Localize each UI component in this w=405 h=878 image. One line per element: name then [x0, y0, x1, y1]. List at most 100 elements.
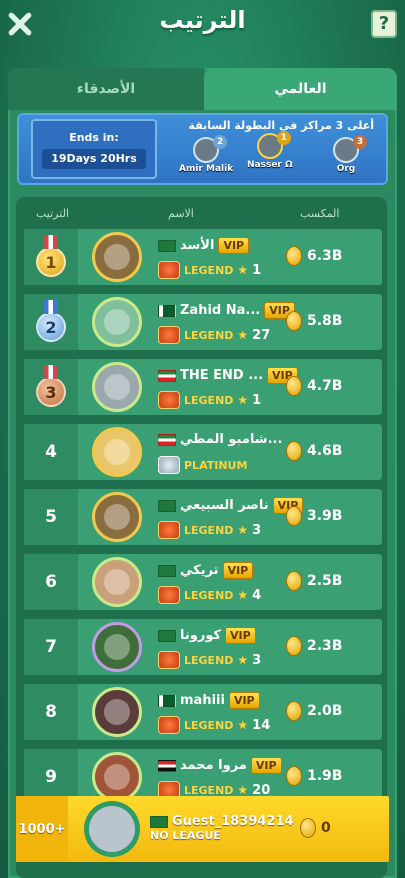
- leaderboard-row[interactable]: 6 تريكي VIP LEGEND ★ 4 2.5B: [24, 554, 382, 610]
- my-name-line: Guest_18394214: [150, 814, 294, 829]
- avatar[interactable]: [92, 557, 142, 607]
- avatar[interactable]: [92, 687, 142, 737]
- my-avatar[interactable]: [84, 801, 140, 857]
- pakistan-flag-icon: [158, 304, 176, 317]
- star-icon: ★: [237, 393, 249, 407]
- rank-cell: 5: [24, 489, 78, 545]
- avatar: 3: [333, 135, 367, 163]
- player-name: شامبو المطي...: [180, 432, 283, 447]
- leaderboard-row[interactable]: 7 كورونا VIP LEGEND ★ 3 2.3B: [24, 619, 382, 675]
- rank-cell: 3: [24, 359, 78, 415]
- avatar[interactable]: [92, 752, 142, 802]
- league-name: LEGEND: [184, 718, 234, 732]
- name-line: mahiii VIP: [158, 692, 260, 709]
- help-button[interactable]: ?: [371, 10, 397, 38]
- leaderboard-row[interactable]: 4 شامبو المطي... PLATINUM 4.6B: [24, 424, 382, 480]
- player-name: ناصر السبيعي: [180, 498, 269, 513]
- column-header-earnings: المكسب: [300, 207, 340, 220]
- vip-badge: VIP: [250, 757, 282, 774]
- leaderboard-row[interactable]: 3 THE END ... VIP LEGEND ★ 1 4.7B: [24, 359, 382, 415]
- coin-amount: 4.6B: [307, 443, 343, 459]
- platinum-league-icon: [158, 456, 180, 474]
- coin-icon: [286, 571, 302, 591]
- leaderboard-row[interactable]: 2 Zahid Na... VIP LEGEND ★ 27 5.8B: [24, 294, 382, 350]
- player-level: 1: [252, 392, 262, 408]
- top3-player-3[interactable]: 3 Org: [333, 135, 367, 174]
- star-icon: ★: [237, 588, 249, 602]
- vip-badge: VIP: [218, 237, 250, 254]
- league-line: LEGEND ★ 1: [158, 261, 261, 279]
- my-coin-cell: 0: [300, 818, 331, 838]
- legend-league-icon: [158, 716, 180, 734]
- saudi-flag-icon: [158, 564, 176, 577]
- leaderboard-row[interactable]: 8 mahiii VIP LEGEND ★ 14 2.0B: [24, 684, 382, 740]
- avatar[interactable]: [92, 297, 142, 347]
- tab-bar: الأصدقاء العالمي: [8, 68, 397, 110]
- player-name: تريكي: [180, 563, 219, 578]
- top3-player-2[interactable]: 2 Amir Malik: [179, 135, 233, 174]
- my-league: NO LEAGUE: [150, 829, 221, 842]
- place-badge: 3: [353, 135, 367, 149]
- top3-player-1[interactable]: 1 Nasser Ω: [247, 131, 293, 170]
- league-name: LEGEND: [184, 783, 234, 797]
- lion-avatar-icon: [104, 504, 130, 530]
- avatar[interactable]: [92, 232, 142, 282]
- rank-cell: 1: [24, 229, 78, 285]
- star-icon: ★: [237, 523, 249, 537]
- star-icon: ★: [237, 783, 249, 797]
- star-icon: ★: [237, 653, 249, 667]
- page-title: الترتيب: [159, 6, 246, 34]
- countdown-value: 19Days 20Hrs: [42, 149, 146, 169]
- coin-cell: 4.6B: [286, 441, 342, 461]
- countdown-box: Ends in: 19Days 20Hrs: [31, 119, 157, 179]
- avatar[interactable]: [92, 492, 142, 542]
- coin-icon: [286, 506, 302, 526]
- my-rank-bar[interactable]: 1000+ Guest_18394214 NO LEAGUE 0: [16, 796, 389, 862]
- tab-friends[interactable]: الأصدقاء: [8, 68, 204, 110]
- coin-cell: 5.8B: [286, 311, 342, 331]
- coin-amount: 6.3B: [307, 248, 343, 264]
- rank-cell: 2: [24, 294, 78, 350]
- cartoon-avatar-icon: [104, 439, 130, 465]
- tournament-banner: Ends in: 19Days 20Hrs أعلى 3 مراكز في ال…: [17, 113, 388, 185]
- coin-amount: 2.5B: [307, 573, 343, 589]
- player-name: mahiii: [180, 693, 225, 708]
- cartoon-avatar-icon: [104, 764, 130, 790]
- name-line: Zahid Na... VIP: [158, 302, 295, 319]
- player-name: كورونا: [180, 628, 222, 643]
- rank-cell: 6: [24, 554, 78, 610]
- avatar[interactable]: [92, 427, 142, 477]
- photo-avatar-icon: [104, 309, 130, 335]
- tab-global[interactable]: العالمي: [204, 68, 397, 110]
- league-line: PLATINUM: [158, 456, 247, 474]
- coin-icon: [286, 766, 302, 786]
- egypt-flag-icon: [158, 759, 176, 772]
- coin-icon: [286, 246, 302, 266]
- avatar: 2: [193, 135, 228, 163]
- league-name: LEGEND: [184, 653, 234, 667]
- vip-badge: VIP: [225, 627, 256, 644]
- league-name: LEGEND: [184, 523, 234, 537]
- coin-cell: 3.9B: [286, 506, 342, 526]
- league-line: LEGEND ★ 14: [158, 716, 270, 734]
- legend-league-icon: [158, 586, 180, 604]
- league-line: LEGEND ★ 1: [158, 391, 261, 409]
- player-level: 3: [252, 522, 262, 538]
- leaderboard-row[interactable]: 5 ناصر السبيعي VIP LEGEND ★ 3 3.9B: [24, 489, 382, 545]
- header: الترتيب ?: [0, 0, 405, 56]
- default-avatar-icon: [104, 374, 130, 400]
- league-name: PLATINUM: [184, 458, 248, 472]
- avatar[interactable]: [92, 622, 142, 672]
- name-line: مروا محمد VIP: [158, 757, 282, 774]
- silver-medal-icon: 2: [36, 300, 66, 342]
- coin-amount: 3.9B: [307, 508, 343, 524]
- photo-avatar-icon: [104, 699, 130, 725]
- lion-avatar-icon: [104, 244, 130, 270]
- pakistan-flag-icon: [158, 694, 176, 707]
- avatar: 1: [256, 131, 291, 159]
- avatar[interactable]: [92, 362, 142, 412]
- vip-badge: VIP: [228, 692, 260, 709]
- coin-amount: 2.0B: [307, 703, 343, 719]
- league-name: LEGEND: [184, 263, 234, 277]
- leaderboard-row[interactable]: 1 الأسد VIP LEGEND ★ 1 6.3B: [24, 229, 382, 285]
